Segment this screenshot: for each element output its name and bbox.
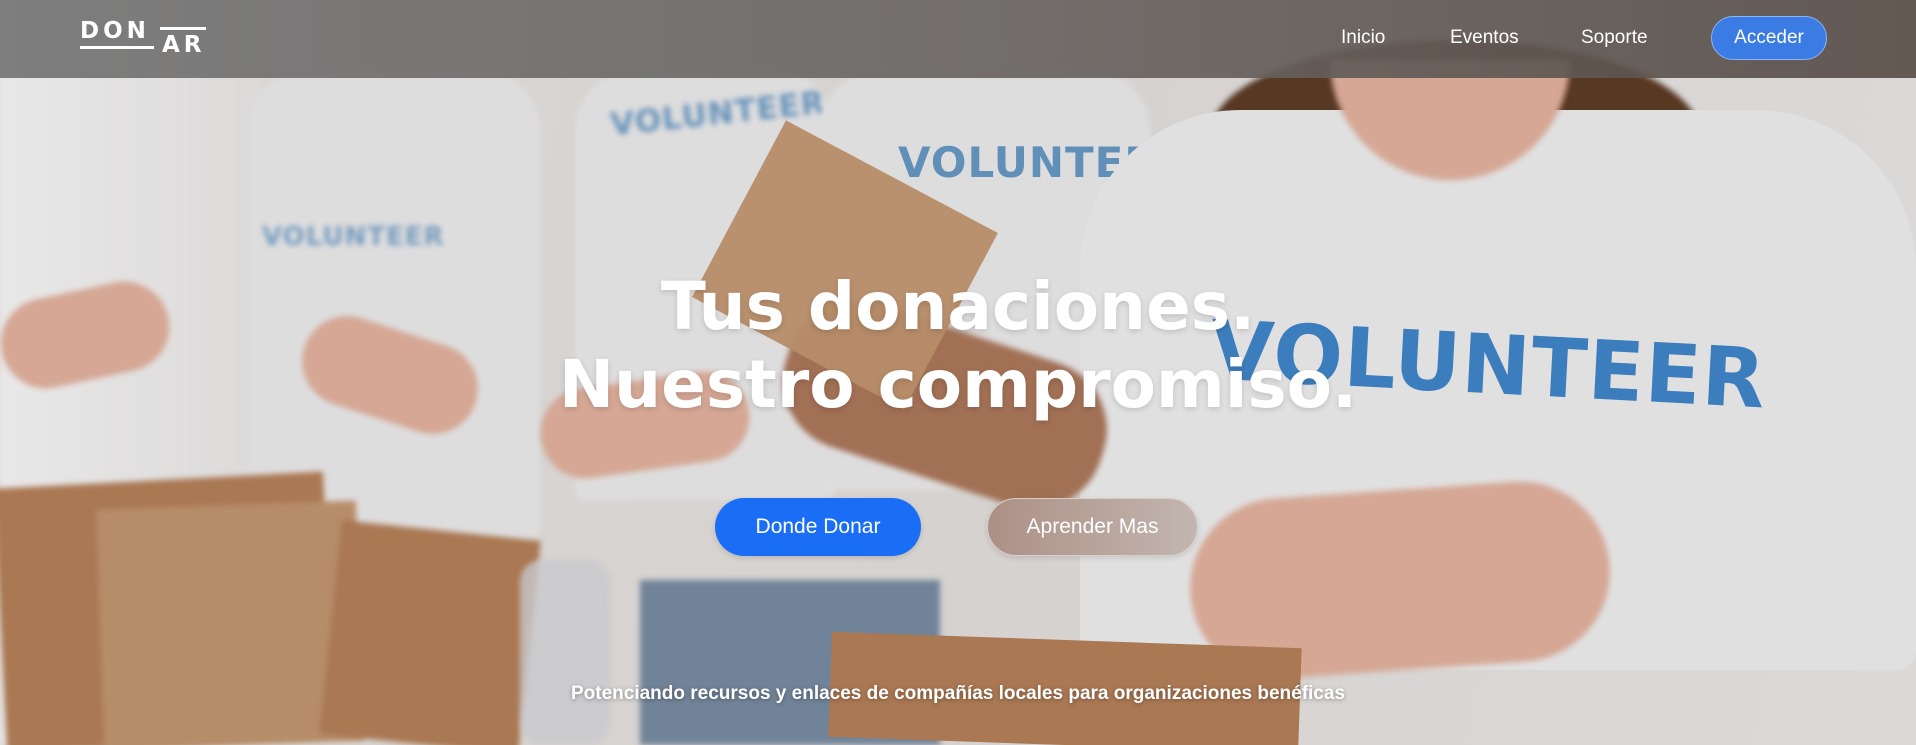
nav-link-eventos[interactable]: Eventos (1450, 27, 1519, 49)
nav-link-inicio[interactable]: Inicio (1341, 27, 1385, 49)
logo-underline (80, 46, 154, 49)
aprender-mas-button[interactable]: Aprender Mas (987, 498, 1198, 556)
headline-line-1: Tus donaciones. (660, 268, 1256, 345)
donde-donar-button[interactable]: Donde Donar (715, 498, 921, 556)
login-button[interactable]: Acceder (1711, 16, 1827, 60)
hero-headline: Tus donaciones. Nuestro compromiso. (0, 268, 1916, 424)
headline-line-2: Nuestro compromiso. (558, 346, 1358, 423)
donar-logo[interactable]: DON AR (80, 18, 208, 58)
hero-tagline: Potenciando recursos y enlaces de compañ… (570, 683, 1346, 704)
logo-overline (160, 27, 206, 30)
logo-text-top: DON (80, 18, 150, 44)
nav-link-soporte[interactable]: Soporte (1581, 27, 1648, 49)
top-navbar: DON AR Inicio Eventos Soporte Acceder (0, 0, 1916, 78)
logo-text-bottom: AR (162, 32, 206, 58)
